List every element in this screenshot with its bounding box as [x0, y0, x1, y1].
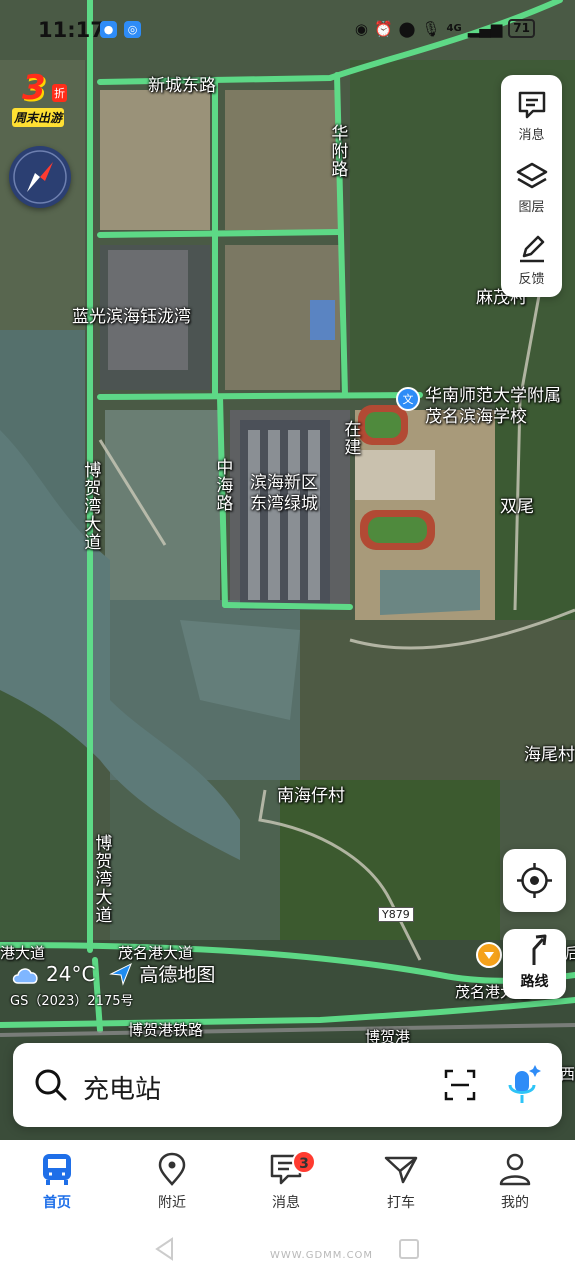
- nav-nearby-label: 附近: [158, 1195, 186, 1211]
- bus-icon: [43, 1154, 71, 1185]
- service-poi[interactable]: [476, 942, 502, 972]
- nav-profile-label: 我的: [501, 1195, 529, 1211]
- search-placeholder[interactable]: 充电站: [83, 1069, 161, 1106]
- mic-status-icon: 🎙: [421, 19, 441, 38]
- hd-icon: ◉: [354, 19, 368, 38]
- layers-button[interactable]: 图层: [501, 151, 562, 221]
- location-status-icon: ⬤: [398, 19, 416, 38]
- map-view[interactable]: 11:17 ● ◎ ◉ ⏰ ⬤ 🎙 4G ▂▄▆ 71 3 折 周末出游 新城东…: [0, 0, 575, 1140]
- map-label-road: 华附路: [327, 124, 348, 178]
- school-poi[interactable]: 文: [396, 387, 420, 415]
- feedback-button[interactable]: 反馈: [501, 223, 562, 293]
- profile-icon: [499, 1153, 531, 1186]
- signal-icon: ▂▄▆: [467, 19, 503, 38]
- nav-home-label: 首页: [43, 1195, 71, 1211]
- map-tool-panel: 消息 图层 反馈: [501, 75, 562, 297]
- promo-discount: 折: [52, 84, 67, 102]
- compass-button[interactable]: [9, 146, 71, 208]
- map-label-village: 海尾村: [524, 745, 575, 765]
- promo-number: 3: [22, 68, 46, 108]
- battery-icon: 71: [508, 19, 535, 38]
- alarm-icon: ⏰: [373, 19, 393, 38]
- map-approval-number: GS（2023）2175号: [10, 994, 134, 1009]
- compass-icon: [13, 150, 67, 204]
- orange-poi-icon: [476, 942, 502, 968]
- message-label: 消息: [518, 128, 545, 143]
- status-time: 11:17: [38, 18, 105, 42]
- back-icon[interactable]: [152, 1236, 178, 1262]
- unread-badge: 3: [292, 1150, 316, 1174]
- map-label-road: 博贺湾大道: [91, 834, 112, 924]
- road-shield-y879: Y879: [378, 907, 414, 922]
- location-pin-icon: [158, 1152, 186, 1186]
- map-label-road: 中海路: [212, 458, 233, 512]
- map-label-road: 博贺湾大道: [80, 461, 101, 551]
- nav-profile[interactable]: 我的: [475, 1152, 555, 1212]
- nav-nearby[interactable]: 附近: [132, 1152, 212, 1212]
- feedback-icon: [519, 235, 544, 263]
- cloud-icon: [12, 967, 38, 984]
- layers-icon: [516, 162, 547, 189]
- voice-assistant-icon[interactable]: [503, 1063, 543, 1107]
- recents-icon[interactable]: [396, 1236, 422, 1262]
- taxi-icon: [384, 1156, 418, 1184]
- map-label-village: 双尾: [500, 497, 534, 517]
- promo-subtitle: 周末出游: [12, 108, 65, 127]
- watermark: WWW.GDMM.COM: [270, 1250, 374, 1261]
- weekend-promo-badge[interactable]: 3 折 周末出游: [12, 68, 72, 128]
- scan-icon[interactable]: [443, 1068, 477, 1102]
- message-icon: [518, 91, 545, 119]
- brand-name: 高德地图: [139, 964, 216, 986]
- route-label: 路线: [520, 974, 549, 990]
- map-label-fragment: 西: [560, 1065, 575, 1083]
- status-icons: ◉ ⏰ ⬤ 🎙 4G ▂▄▆ 71: [355, 19, 535, 38]
- layers-label: 图层: [518, 200, 545, 215]
- nav-messages-label: 消息: [272, 1195, 300, 1211]
- feedback-label: 反馈: [518, 272, 545, 287]
- network-label: 4G: [446, 23, 462, 34]
- search-bar[interactable]: 充电站: [13, 1043, 562, 1127]
- search-icon: [35, 1069, 67, 1101]
- nav-taxi-label: 打车: [387, 1195, 415, 1211]
- map-label-road: 新城东路: [148, 76, 216, 96]
- map-label-railway: 博贺港铁路: [128, 1021, 204, 1039]
- nav-messages[interactable]: 3 消息: [246, 1150, 326, 1212]
- weather-widget[interactable]: 24°C 高德地图: [10, 960, 215, 987]
- map-label-community: 滨海新区东湾绿城: [250, 473, 318, 515]
- map-label-village: 南海仔村: [277, 786, 345, 806]
- nav-taxi[interactable]: 打车: [361, 1152, 441, 1212]
- message-button[interactable]: 消息: [501, 79, 562, 149]
- status-bar: 11:17 ● ◎ ◉ ⏰ ⬤ 🎙 4G ▂▄▆ 71: [0, 0, 575, 60]
- map-label-poi: 蓝光滨海钰泷湾: [72, 307, 191, 327]
- system-navigation-bar: WWW.GDMM.COM: [0, 1220, 575, 1280]
- crosshair-icon: [517, 863, 552, 898]
- chat-notification-icon: ●: [100, 21, 117, 38]
- bottom-navigation: 首页 附近 3 消息 打车 我的: [0, 1140, 575, 1220]
- amap-logo-icon: [109, 962, 133, 986]
- route-button[interactable]: 路线: [503, 929, 566, 999]
- route-arrow-icon: [532, 934, 547, 965]
- temperature: 24°C: [46, 961, 96, 986]
- map-label-construction: 在建: [340, 420, 361, 456]
- map-label-school: 华南师范大学附属茂名滨海学校: [425, 386, 561, 428]
- map-label-fragment: 后: [565, 944, 575, 962]
- poi-marker-icon: 文: [396, 387, 420, 411]
- search-notification-icon: ◎: [124, 21, 141, 38]
- svg-text:文: 文: [403, 392, 414, 406]
- locate-me-button[interactable]: [503, 849, 566, 912]
- nav-home[interactable]: 首页: [17, 1152, 97, 1212]
